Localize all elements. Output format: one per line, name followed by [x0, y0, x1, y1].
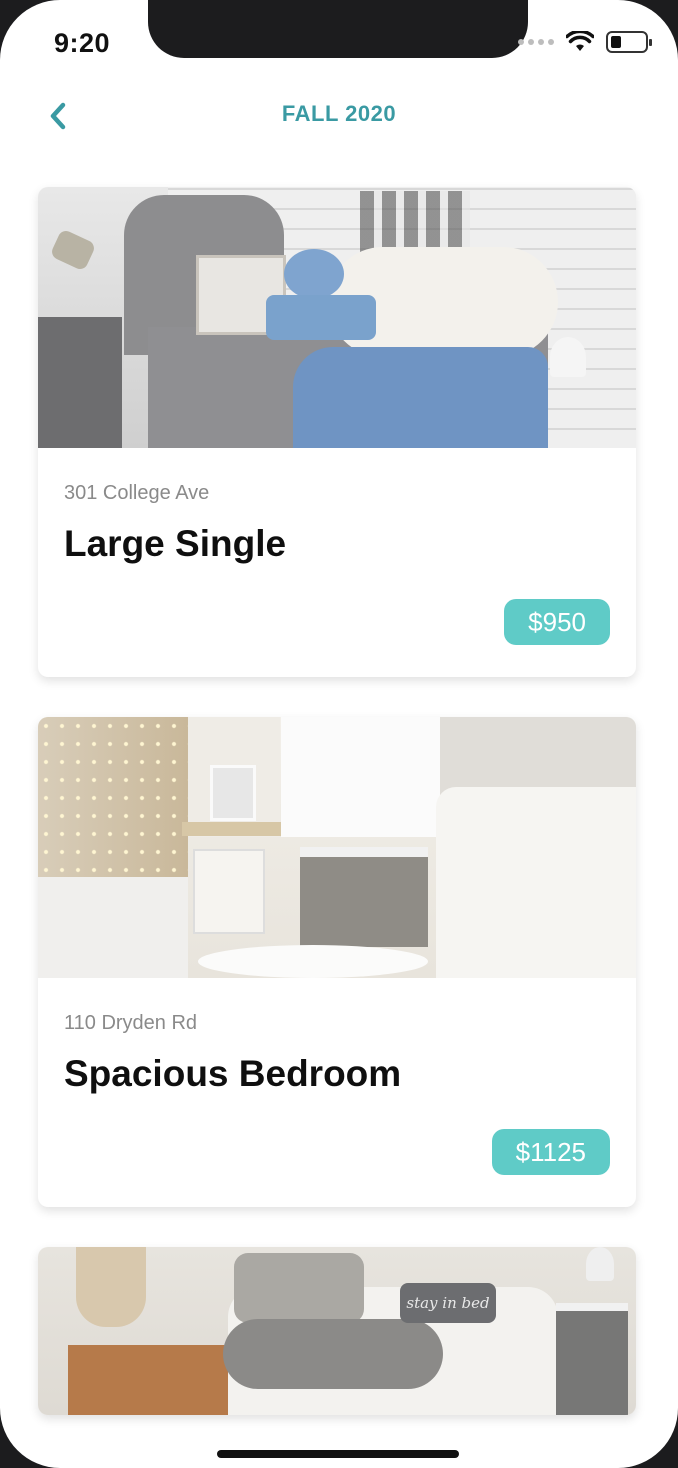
status-indicators	[518, 31, 652, 53]
listing-photo: stay in bed	[38, 1247, 636, 1415]
home-indicator[interactable]	[217, 1450, 459, 1458]
page-title: FALL 2020	[281, 101, 397, 126]
listing-title: Spacious Bedroom	[64, 1053, 402, 1094]
pillow-text: stay in bed	[400, 1283, 496, 1323]
listing-address: 110 Dryden Rd	[64, 1012, 198, 1034]
listing-card[interactable]: stay in bed	[38, 1247, 636, 1415]
listing-address: 301 College Ave	[64, 482, 210, 504]
phone-screen: 9:20 FALL 2020 301 College Ave Large Sin…	[0, 0, 678, 1468]
device-notch	[148, 0, 528, 58]
listing-card[interactable]: 301 College Ave Large Single $950	[38, 187, 636, 677]
listing-photo	[38, 717, 636, 978]
battery-icon	[606, 31, 652, 53]
listing-card[interactable]: 110 Dryden Rd Spacious Bedroom $1125	[38, 717, 636, 1207]
price-badge: $1125	[491, 1129, 610, 1175]
wifi-icon	[566, 31, 594, 51]
listing-list[interactable]: 301 College Ave Large Single $950 110 Dr…	[38, 187, 636, 1455]
price-badge: $950	[504, 599, 610, 645]
listing-photo	[38, 187, 636, 448]
listing-title: Large Single	[64, 523, 287, 564]
status-time: 9:20	[54, 28, 111, 58]
cellular-signal-icon	[518, 39, 554, 45]
